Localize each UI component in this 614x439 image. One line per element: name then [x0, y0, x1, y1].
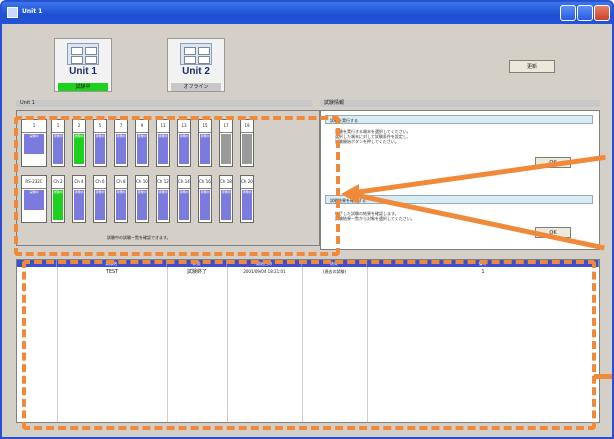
unit-section-header: Unit 1 [16, 100, 312, 107]
annotation-arrow-head [341, 184, 359, 204]
title-bar[interactable]: Unit 1 [2, 2, 612, 24]
unit-device-icon [67, 43, 99, 65]
unit-status-badge: オフライン [171, 83, 221, 91]
run-test-title: 試験を実行する [325, 115, 593, 124]
annotation-arrow-line [594, 374, 612, 379]
unit-card-2[interactable]: Unit 2 オフライン [167, 38, 225, 92]
maximize-button[interactable] [577, 5, 593, 21]
app-window: Unit 1 Unit 1 試験中 Unit 2 オフライン 更新 Unit 1… [0, 0, 614, 439]
unit-name: Unit 2 [182, 66, 210, 77]
unit-card-1[interactable]: Unit 1 試験中 [54, 38, 112, 92]
close-button[interactable] [594, 5, 610, 21]
window-title: Unit 1 [22, 8, 43, 15]
highlight-results-table [22, 260, 596, 430]
unit-device-icon [180, 43, 212, 65]
app-icon [7, 7, 18, 18]
unit-name: Unit 1 [69, 66, 97, 77]
minimize-button[interactable] [560, 5, 576, 21]
highlight-slot-panel [14, 116, 340, 256]
run-test-line: 試験開始ボタンを押してください。 [335, 139, 399, 144]
view-results-line: 試験結果一覧から対象を選択してください。 [335, 216, 415, 221]
info-section-header: 試験情報 [320, 100, 600, 107]
refresh-button[interactable]: 更新 [509, 60, 555, 73]
unit-status-badge: 試験中 [58, 83, 108, 91]
